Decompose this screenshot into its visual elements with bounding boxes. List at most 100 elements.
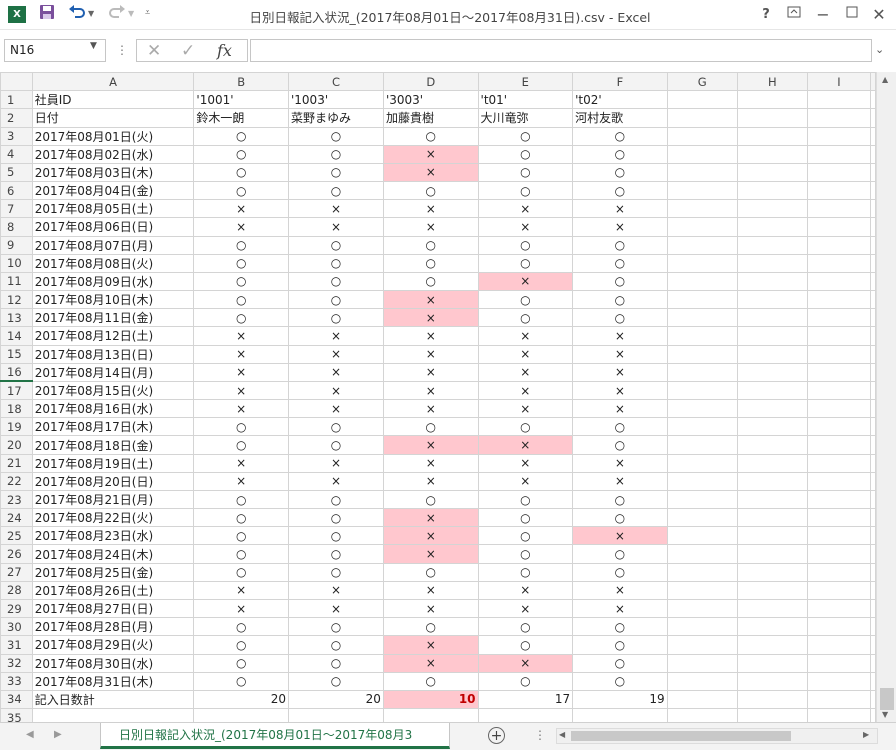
- employee-id-cell[interactable]: 't01': [477, 90, 574, 110]
- attendance-mark-cell[interactable]: ○: [193, 617, 289, 637]
- empty-cell[interactable]: [870, 489, 876, 510]
- empty-cell[interactable]: [806, 526, 872, 546]
- attendance-mark-cell[interactable]: ○: [193, 253, 289, 273]
- attendance-mark-cell[interactable]: ○: [572, 544, 668, 564]
- attendance-mark-cell[interactable]: ×: [193, 380, 289, 401]
- empty-cell[interactable]: [870, 308, 876, 328]
- attendance-mark-cell[interactable]: ○: [193, 435, 289, 455]
- empty-cell[interactable]: [736, 435, 808, 455]
- spreadsheet-grid[interactable]: ABCDEFGHI 1 社員ID '1001' '1003' '3003''t01''t…: [0, 72, 876, 722]
- empty-cell[interactable]: [870, 562, 876, 582]
- attendance-mark-cell[interactable]: ×: [382, 635, 479, 655]
- row-header[interactable]: 27: [0, 562, 33, 582]
- more-options-icon[interactable]: ⋮: [116, 43, 128, 57]
- attendance-mark-cell[interactable]: ○: [193, 181, 289, 201]
- date-cell[interactable]: 2017年08月18日(金): [31, 435, 195, 455]
- total-count-cell[interactable]: 20: [287, 689, 384, 710]
- attendance-mark-cell[interactable]: ×: [382, 162, 479, 183]
- empty-cell[interactable]: [666, 144, 738, 164]
- empty-cell[interactable]: [736, 181, 808, 201]
- attendance-mark-cell[interactable]: ○: [477, 489, 574, 510]
- row-header[interactable]: 21: [0, 453, 33, 473]
- attendance-mark-cell[interactable]: ×: [477, 326, 574, 346]
- row-header[interactable]: 23: [0, 489, 33, 510]
- empty-cell[interactable]: [806, 580, 872, 600]
- sheet-tab[interactable]: 日別日報記入状況_(2017年08月01日～2017年08月3: [100, 723, 450, 749]
- attendance-mark-cell[interactable]: ×: [382, 326, 479, 346]
- empty-cell[interactable]: [736, 580, 808, 600]
- empty-cell[interactable]: [806, 598, 872, 619]
- attendance-mark-cell[interactable]: ○: [287, 635, 384, 655]
- row-header[interactable]: 26: [0, 544, 33, 564]
- empty-cell[interactable]: [806, 253, 872, 273]
- empty-cell[interactable]: [870, 181, 876, 201]
- attendance-mark-cell[interactable]: ○: [572, 235, 668, 255]
- attendance-mark-cell[interactable]: ×: [477, 598, 574, 619]
- empty-cell[interactable]: [870, 326, 876, 346]
- attendance-mark-cell[interactable]: ○: [382, 126, 479, 146]
- empty-cell[interactable]: [572, 708, 668, 722]
- date-cell[interactable]: 2017年08月15日(火): [31, 380, 195, 401]
- empty-cell[interactable]: [870, 90, 876, 110]
- row-header[interactable]: 24: [0, 508, 33, 528]
- enter-icon[interactable]: ✓: [181, 41, 195, 61]
- attendance-mark-cell[interactable]: ×: [193, 453, 289, 473]
- empty-cell[interactable]: [736, 635, 808, 655]
- attendance-mark-cell[interactable]: ○: [382, 489, 479, 510]
- empty-cell[interactable]: [870, 217, 876, 237]
- attendance-mark-cell[interactable]: ○: [477, 126, 574, 146]
- attendance-mark-cell[interactable]: ×: [382, 399, 479, 419]
- empty-cell[interactable]: [736, 489, 808, 510]
- empty-cell[interactable]: [666, 526, 738, 546]
- empty-cell[interactable]: [666, 671, 738, 691]
- empty-cell[interactable]: [806, 417, 872, 437]
- empty-cell[interactable]: [736, 380, 808, 401]
- attendance-mark-cell[interactable]: ×: [572, 326, 668, 346]
- attendance-mark-cell[interactable]: ×: [382, 508, 479, 528]
- attendance-mark-cell[interactable]: ×: [382, 380, 479, 401]
- attendance-mark-cell[interactable]: ×: [382, 580, 479, 600]
- attendance-mark-cell[interactable]: ×: [477, 217, 574, 237]
- attendance-mark-cell[interactable]: ×: [287, 217, 384, 237]
- empty-cell[interactable]: [736, 199, 808, 219]
- attendance-mark-cell[interactable]: ×: [382, 290, 479, 310]
- attendance-mark-cell[interactable]: ×: [477, 344, 574, 364]
- row-header[interactable]: 3: [0, 126, 33, 146]
- attendance-mark-cell[interactable]: ×: [287, 471, 384, 491]
- row-header[interactable]: 17: [0, 380, 33, 401]
- empty-cell[interactable]: [736, 362, 808, 382]
- empty-cell[interactable]: [666, 253, 738, 273]
- scroll-right-icon[interactable]: ▶: [863, 730, 869, 739]
- attendance-mark-cell[interactable]: ○: [572, 617, 668, 637]
- attendance-mark-cell[interactable]: ×: [382, 453, 479, 473]
- empty-cell[interactable]: [870, 344, 876, 364]
- attendance-mark-cell[interactable]: ×: [572, 199, 668, 219]
- attendance-mark-cell[interactable]: ○: [287, 617, 384, 637]
- empty-cell[interactable]: [736, 526, 808, 546]
- employee-id-cell[interactable]: '3003': [382, 90, 479, 110]
- empty-cell[interactable]: [806, 326, 872, 346]
- empty-cell[interactable]: [31, 708, 195, 722]
- horizontal-scroll-thumb[interactable]: [571, 731, 791, 741]
- empty-cell[interactable]: [666, 380, 738, 401]
- empty-cell[interactable]: [806, 380, 872, 401]
- date-cell[interactable]: 2017年08月02日(水): [31, 144, 195, 164]
- undo-dropdown-icon[interactable]: ▼: [88, 9, 94, 18]
- total-count-cell[interactable]: 20: [193, 689, 289, 710]
- empty-cell[interactable]: [666, 471, 738, 491]
- new-sheet-icon[interactable]: +: [488, 727, 505, 744]
- date-cell[interactable]: 2017年08月21日(月): [31, 489, 195, 510]
- empty-cell[interactable]: [736, 271, 808, 292]
- empty-cell[interactable]: [736, 544, 808, 564]
- empty-cell[interactable]: [193, 708, 289, 722]
- attendance-mark-cell[interactable]: ○: [287, 253, 384, 273]
- empty-cell[interactable]: [736, 689, 808, 710]
- date-cell[interactable]: 2017年08月04日(金): [31, 181, 195, 201]
- empty-cell[interactable]: [666, 326, 738, 346]
- empty-cell[interactable]: [870, 708, 876, 722]
- attendance-mark-cell[interactable]: ×: [572, 598, 668, 619]
- empty-cell[interactable]: [736, 453, 808, 473]
- empty-cell[interactable]: [736, 326, 808, 346]
- empty-cell[interactable]: [806, 399, 872, 419]
- empty-cell[interactable]: [666, 362, 738, 382]
